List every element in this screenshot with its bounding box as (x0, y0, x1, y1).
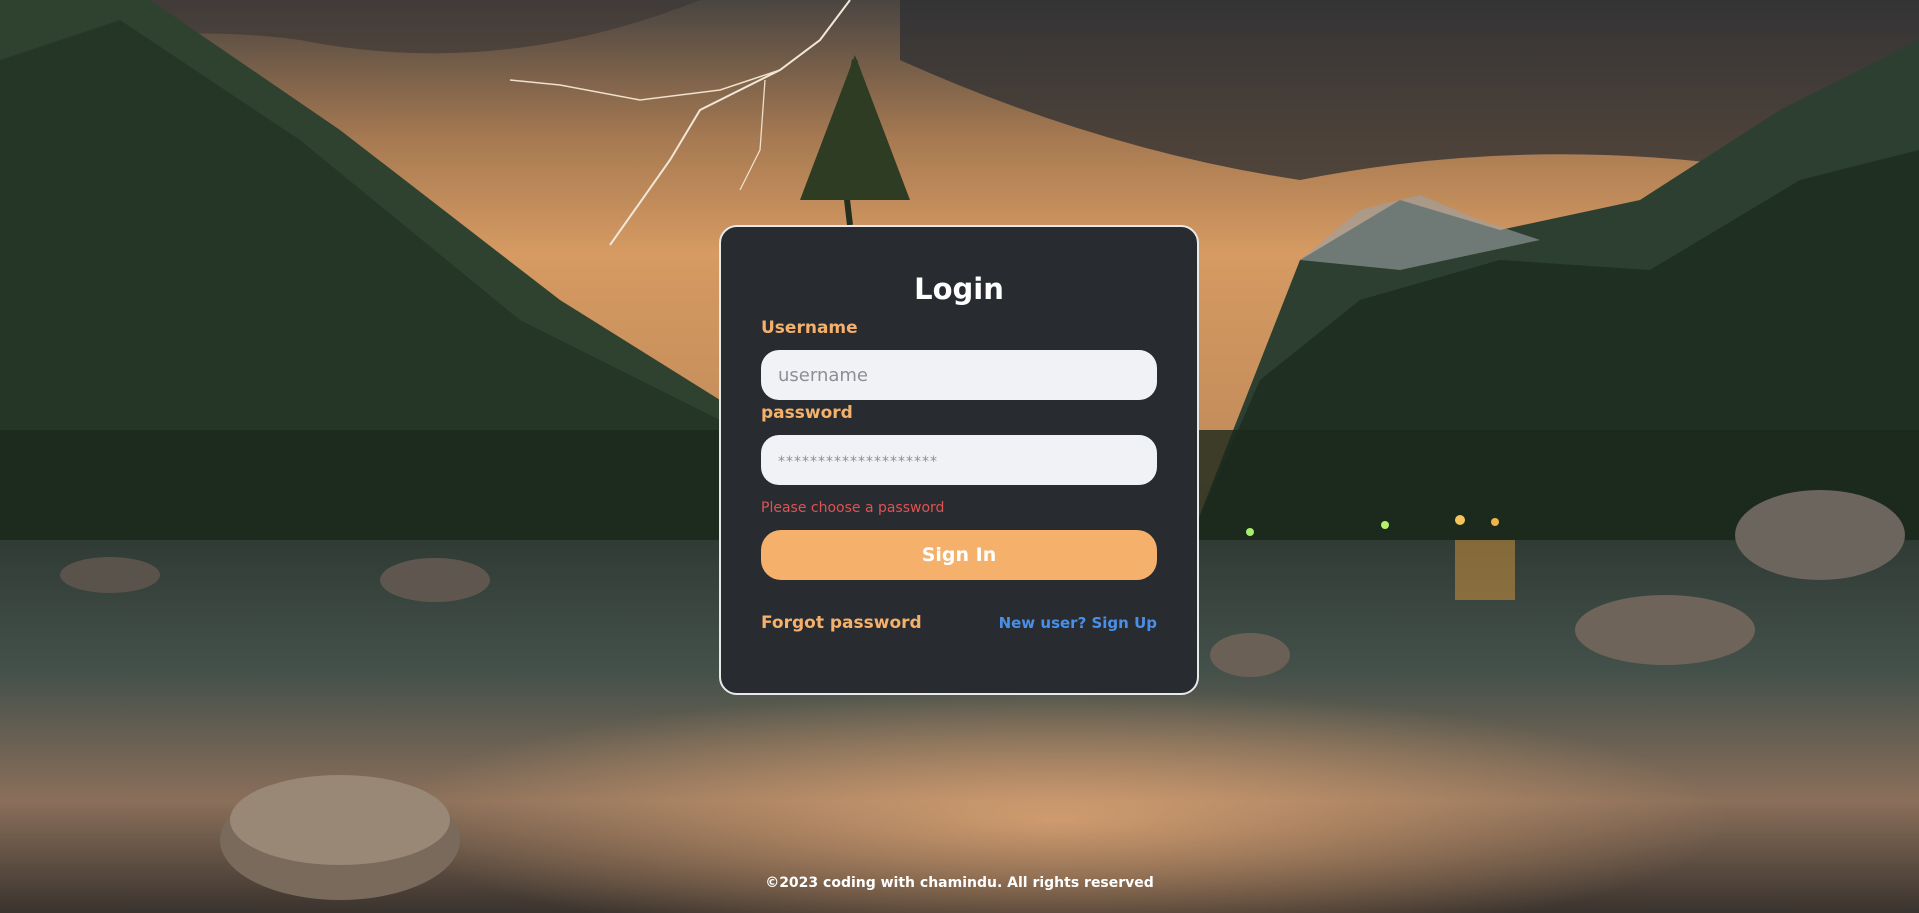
login-links: Forgot password New user? Sign Up (761, 613, 1157, 633)
forgot-password-link[interactable]: Forgot password (761, 613, 922, 633)
sign-in-button[interactable]: Sign In (761, 530, 1157, 580)
login-card: Login Username password Please choose a … (719, 225, 1199, 695)
sign-up-link[interactable]: New user? Sign Up (999, 614, 1157, 632)
footer-copyright: ©2023 coding with chamindu. All rights r… (765, 875, 1154, 891)
password-input[interactable] (761, 435, 1157, 485)
login-title: Login (914, 272, 1004, 306)
password-label: password (761, 403, 853, 423)
username-input[interactable] (761, 350, 1157, 400)
login-page: Login Username password Please choose a … (0, 0, 1919, 913)
username-label: Username (761, 318, 858, 338)
password-error-message: Please choose a password (761, 500, 945, 516)
